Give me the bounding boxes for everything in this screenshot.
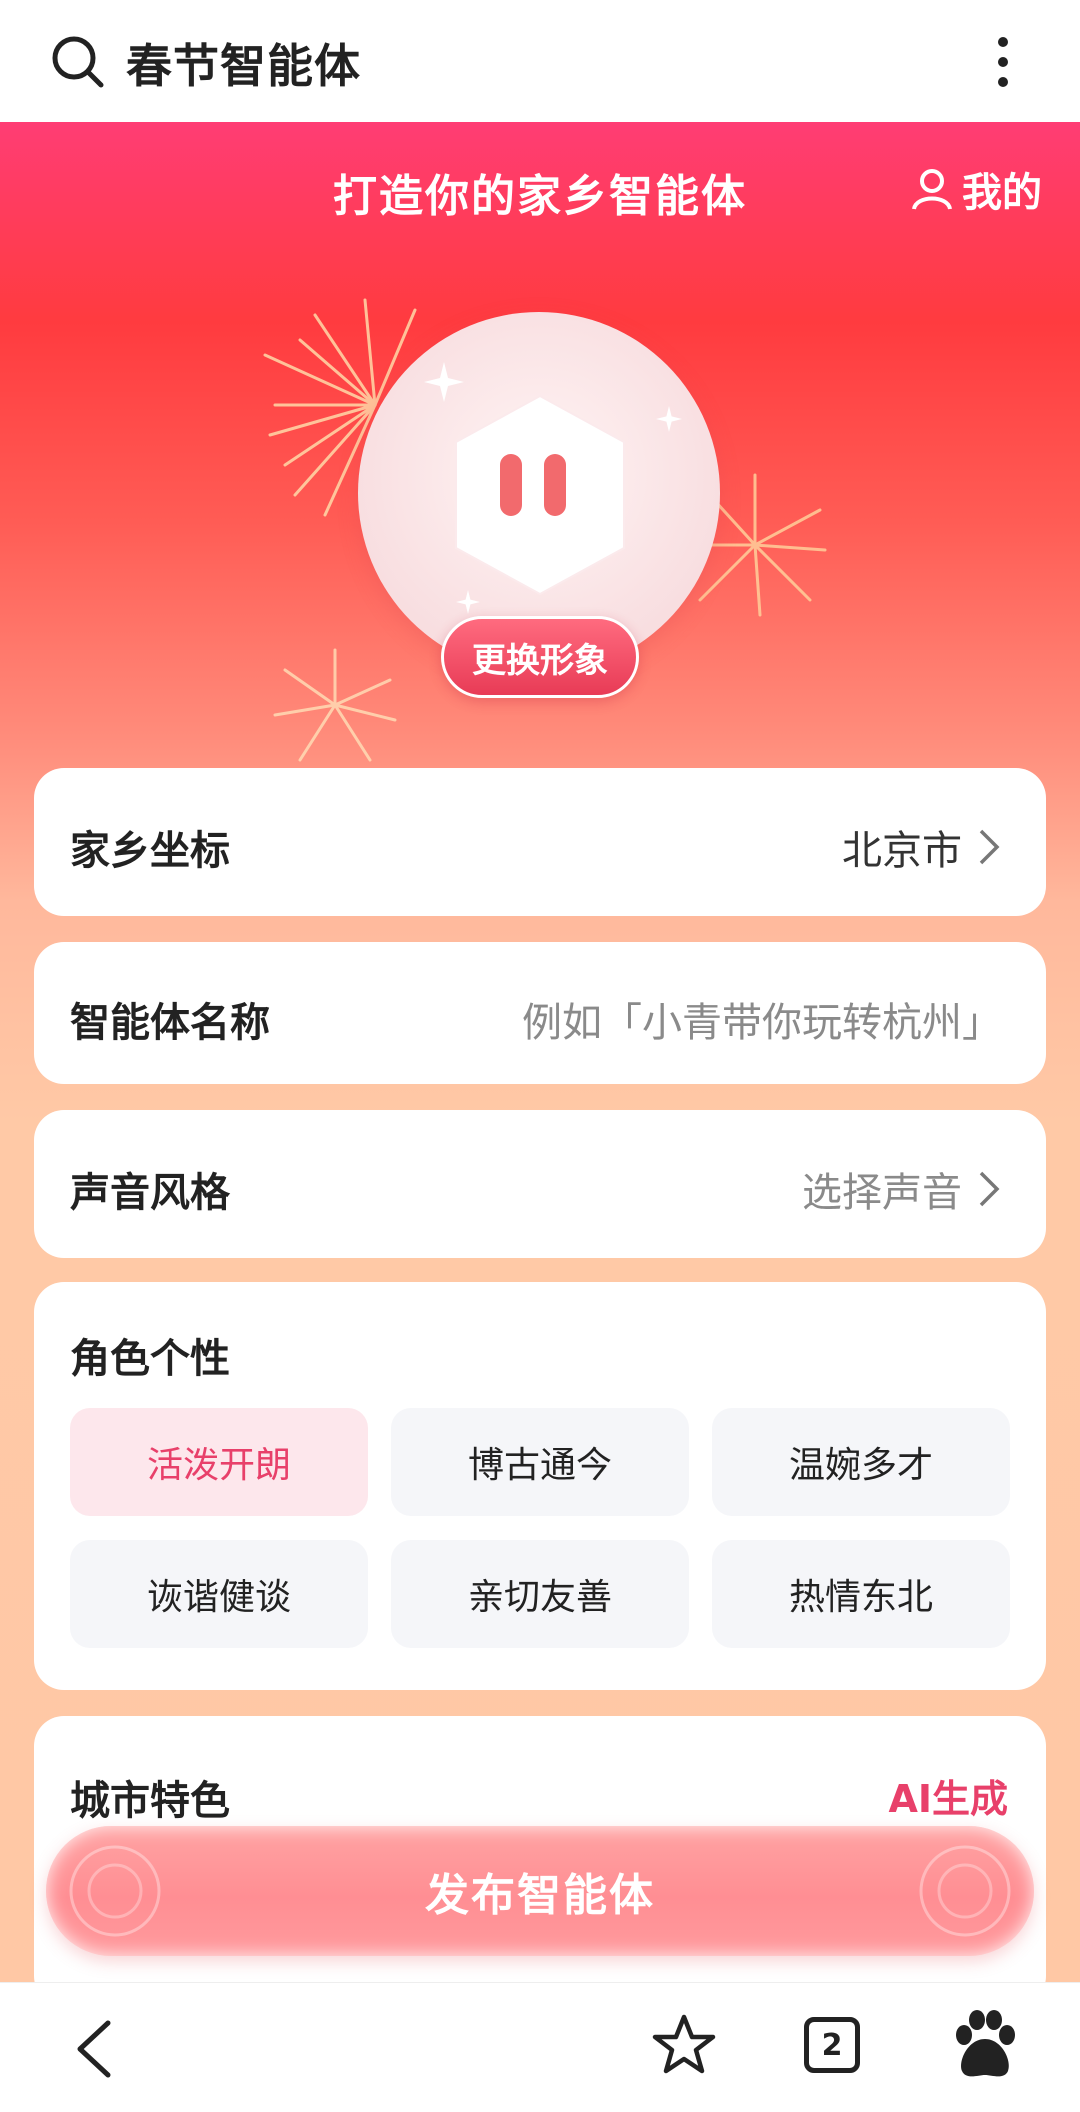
publish-agent-button[interactable]: 发布智能体 (46, 1826, 1034, 1956)
chevron-right-icon (979, 829, 1000, 865)
mine-link[interactable]: 我的 (910, 160, 1042, 218)
firework-bottom-icon (273, 648, 397, 762)
sparkle-tiny-icon (456, 590, 480, 614)
publish-agent-label: 发布智能体 (425, 1870, 655, 1921)
personality-card: 角色个性 活泼开朗 博古通今 温婉多才 诙谐健谈 亲切友善 热情东北 (34, 1282, 1046, 1690)
city-features-title: 城市特色 (70, 1778, 230, 1824)
agent-avatar-figure-icon (455, 394, 625, 596)
sparkle-icon (424, 362, 464, 402)
hometown-value-text: 北京市 (842, 828, 962, 874)
hometown-card[interactable]: 家乡坐标 北京市 (34, 768, 1046, 916)
voice-style-select[interactable]: 选择声音 (802, 1160, 1002, 1218)
voice-style-card[interactable]: 声音风格 选择声音 (34, 1110, 1046, 1258)
voice-style-value: 选择声音 (802, 1170, 962, 1216)
search-bar[interactable]: 春节智能体 (0, 0, 1080, 122)
change-avatar-button[interactable]: 更换形象 (441, 616, 639, 698)
cloud-swirl-right-icon (919, 1845, 1011, 1937)
personality-title: 角色个性 (70, 1336, 230, 1382)
sparkle-small-icon (656, 406, 682, 432)
more-options-icon[interactable] (980, 34, 1026, 90)
user-icon (912, 169, 952, 210)
favorite-star-icon[interactable] (652, 2013, 716, 2077)
tabs-counter-button[interactable]: 2 (804, 2017, 860, 2073)
voice-style-label: 声音风格 (70, 1170, 230, 1216)
trait-option[interactable]: 温婉多才 (712, 1408, 1010, 1516)
agent-name-card[interactable]: 智能体名称 例如「小青带你玩转杭州」 (34, 942, 1046, 1084)
back-arrow-icon[interactable] (70, 2019, 120, 2079)
trait-option[interactable]: 热情东北 (712, 1540, 1010, 1648)
search-query-text[interactable]: 春节智能体 (126, 30, 361, 96)
hometown-label: 家乡坐标 (70, 828, 230, 874)
chevron-right-icon (979, 1171, 1000, 1207)
cloud-swirl-left-icon (69, 1845, 161, 1937)
hometown-value[interactable]: 北京市 (842, 818, 1002, 876)
search-icon[interactable] (50, 34, 106, 90)
mine-label: 我的 (962, 170, 1042, 216)
bottom-navigation: 2 (0, 1982, 1080, 2112)
trait-option[interactable]: 活泼开朗 (70, 1408, 368, 1516)
agent-name-input[interactable]: 例如「小青带你玩转杭州」 (522, 990, 1002, 1048)
trait-option[interactable]: 亲切友善 (391, 1540, 689, 1648)
agent-name-label: 智能体名称 (70, 1000, 270, 1046)
trait-option[interactable]: 博古通今 (391, 1408, 689, 1516)
trait-option[interactable]: 诙谐健谈 (70, 1540, 368, 1648)
baidu-paw-icon[interactable] (950, 2009, 1020, 2081)
ai-generate-button[interactable]: AI生成 (888, 1768, 1008, 1823)
